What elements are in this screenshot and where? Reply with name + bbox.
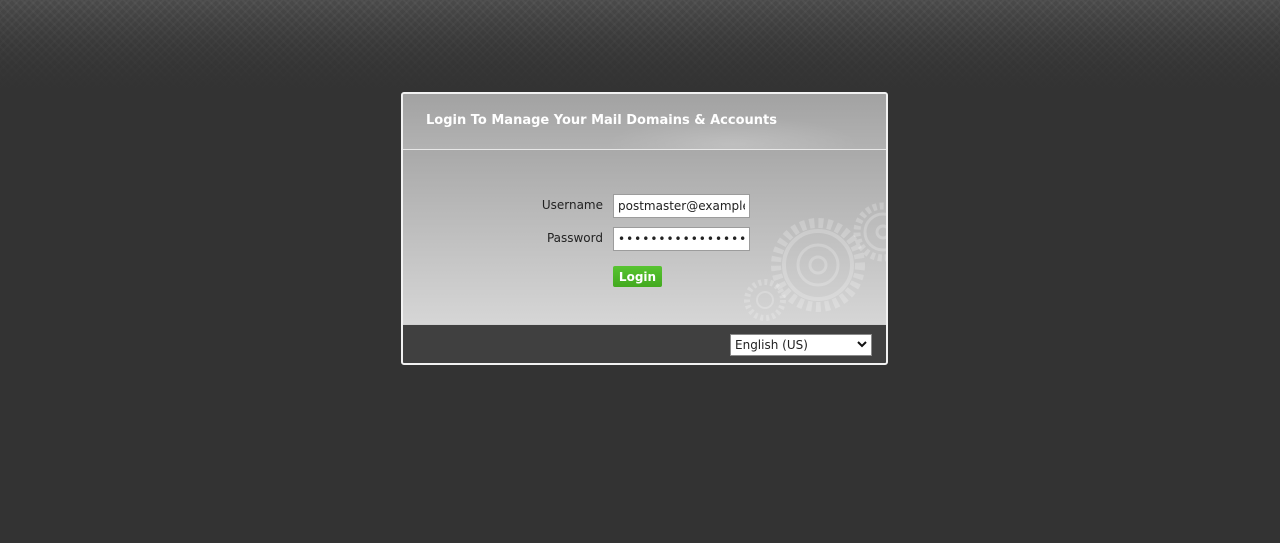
login-button[interactable]: Login bbox=[613, 266, 662, 287]
login-form: Username Password Login bbox=[403, 150, 886, 324]
language-select-wrap: English (US) bbox=[403, 325, 886, 363]
gears-icon bbox=[744, 202, 886, 321]
panel-header: Login To Manage Your Mail Domains & Acco… bbox=[403, 94, 886, 150]
login-panel: Login To Manage Your Mail Domains & Acco… bbox=[401, 92, 888, 365]
username-label: Username bbox=[541, 198, 603, 212]
panel-footer: English (US) bbox=[403, 324, 886, 363]
password-input[interactable] bbox=[613, 227, 750, 251]
password-label-wrap: Password bbox=[403, 227, 603, 251]
language-select[interactable]: English (US) bbox=[730, 334, 872, 356]
panel-title: Login To Manage Your Mail Domains & Acco… bbox=[426, 113, 777, 128]
username-label-wrap: Username bbox=[403, 194, 603, 218]
password-label: Password bbox=[546, 231, 603, 245]
background-texture bbox=[0, 0, 1280, 90]
username-input[interactable] bbox=[613, 194, 750, 218]
